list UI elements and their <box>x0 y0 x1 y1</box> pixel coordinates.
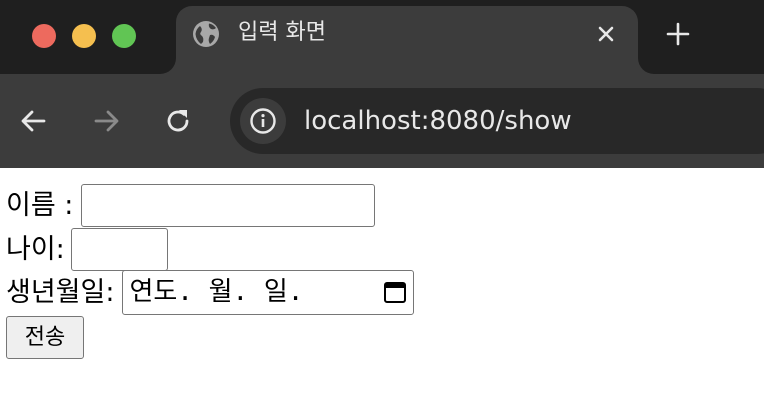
submit-button[interactable]: 전송 <box>6 316 84 359</box>
name-input[interactable] <box>81 184 376 227</box>
birthdate-placeholder: 연도. 월. 일. <box>129 277 304 307</box>
tab-active[interactable]: 입력 화면 <box>160 6 654 74</box>
info-icon <box>250 108 276 134</box>
birthdate-input[interactable]: 연도. 월. 일. <box>122 270 415 315</box>
browser-window: 입력 화면 localhost:8080/show 이름: 나이: 생년월일:… <box>0 0 764 414</box>
tab-corner-left <box>160 58 176 74</box>
page-content: 이름 : 나이: 생년월일: 연도. 월. 일. 전송 <box>0 168 764 414</box>
tab-strip: 입력 화면 <box>0 0 764 74</box>
birth-label: 생년월일: <box>6 276 115 308</box>
name-label: 이름 : <box>6 189 74 221</box>
birth-row: 생년월일: 연도. 월. 일. <box>6 270 415 315</box>
calendar-icon[interactable] <box>383 280 407 304</box>
arrow-left-icon[interactable] <box>18 105 50 137</box>
arrow-right-icon[interactable] <box>90 105 122 137</box>
plus-icon[interactable] <box>664 20 692 48</box>
window-minimize-button[interactable] <box>72 24 96 48</box>
age-label: 나이: <box>6 233 65 265</box>
url-text: localhost:8080/show <box>304 106 572 136</box>
name-row: 이름 : <box>6 184 376 227</box>
age-row: 나이: <box>6 228 168 271</box>
close-icon[interactable] <box>592 20 620 48</box>
window-close-button[interactable] <box>32 24 56 48</box>
site-info-button[interactable] <box>240 98 286 144</box>
reload-icon[interactable] <box>162 105 194 137</box>
tab-title: 입력 화면 <box>238 20 326 45</box>
window-maximize-button[interactable] <box>112 24 136 48</box>
age-input[interactable] <box>70 228 168 271</box>
address-bar[interactable]: localhost:8080/show <box>230 88 764 154</box>
browser-toolbar: localhost:8080/show <box>0 74 764 168</box>
tab-corner-right <box>638 58 654 74</box>
globe-icon <box>193 21 219 47</box>
